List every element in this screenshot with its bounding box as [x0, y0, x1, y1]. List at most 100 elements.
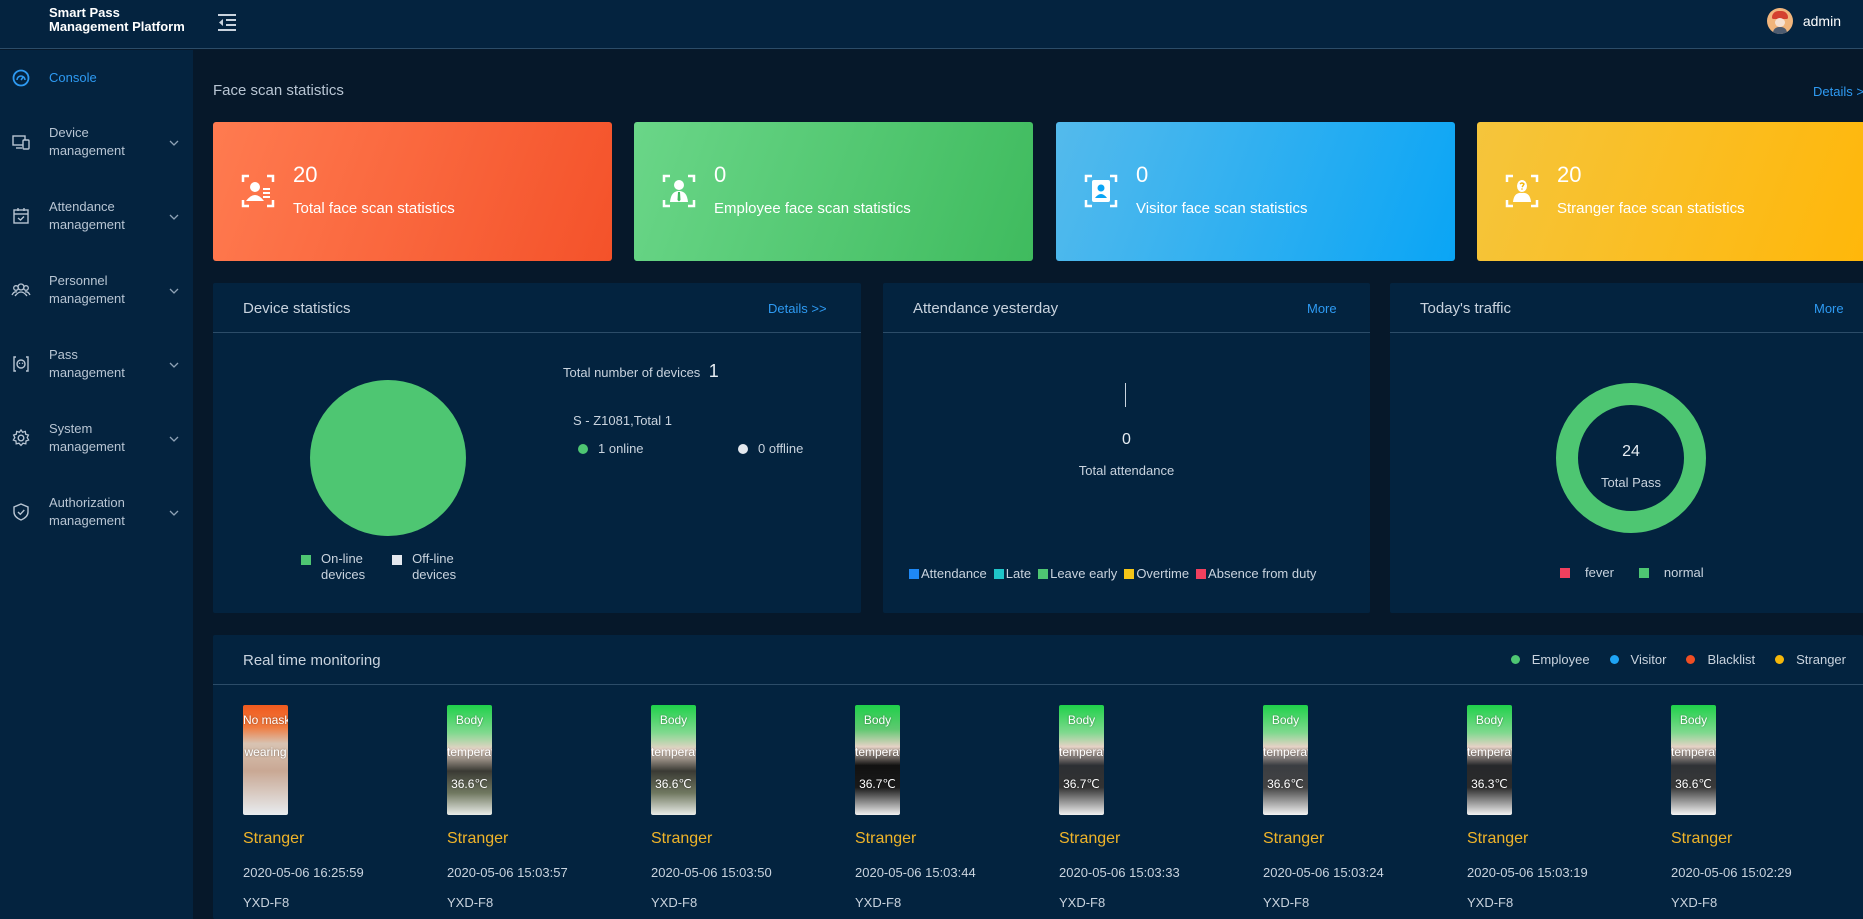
sidebar-item-label: Pass management: [49, 347, 125, 380]
traffic-more-link[interactable]: More: [1814, 301, 1844, 316]
monitoring-record[interactable]: Body temperature 36.6℃ Stranger 2020-05-06 1…: [1263, 705, 1443, 910]
stat-value: 20: [293, 162, 318, 187]
capture-photo[interactable]: No mask wearing: [243, 705, 288, 815]
stat-card-stranger[interactable]: 20 Stranger face scan statistics: [1477, 122, 1863, 261]
photo-alert-line-3: 36.6℃: [1267, 777, 1304, 791]
photo-alert-line-3: 36.6℃: [1675, 777, 1712, 791]
capture-photo[interactable]: Body temperature 36.3℃: [1467, 705, 1512, 815]
employee-icon: [662, 174, 696, 208]
capture-time: 2020-05-06 15:03:44: [855, 865, 976, 880]
monitoring-record[interactable]: No mask wearing Stranger 2020-05-06 16:25:5…: [243, 705, 423, 910]
device-name: YXD-F8: [651, 895, 698, 910]
panel-title: Device statistics: [243, 300, 351, 317]
sidebar-item-personnel-management[interactable]: Personnel management: [0, 262, 193, 318]
people-icon: [11, 280, 31, 300]
legend-item-late[interactable]: Late: [993, 566, 1031, 581]
device-model-line: S - Z1081,Total 1: [573, 413, 672, 428]
photo-alert-line-3: 36.6℃: [655, 777, 692, 791]
legend-item-overtime[interactable]: Overtime: [1124, 566, 1189, 581]
attendance-more-link[interactable]: More: [1307, 301, 1337, 316]
monitoring-record[interactable]: Body temperature 36.7℃ Stranger 2020-05-06 1…: [855, 705, 1035, 910]
stat-card-visitor[interactable]: 0 Visitor face scan statistics: [1056, 122, 1455, 261]
legend-swatch: [301, 555, 311, 565]
device-details-link[interactable]: Details >>: [768, 301, 827, 316]
legend-swatch: [909, 568, 919, 579]
device-statistics-panel: Device statistics Details >> On-line devi…: [213, 283, 861, 613]
capture-photo[interactable]: Body temperature 36.6℃: [651, 705, 696, 815]
total-devices-value: 1: [708, 361, 719, 381]
legend-item-stranger[interactable]: Stranger: [1775, 652, 1846, 667]
pie-slice-on-line-devices[interactable]: [310, 380, 466, 536]
todays-traffic-panel: Today's traffic More 24 Total Pass fever…: [1390, 283, 1863, 613]
total-pass-label: Total Pass: [1601, 475, 1661, 490]
capture-time: 2020-05-06 15:02:29: [1671, 865, 1792, 880]
monitoring-record[interactable]: Body temperature 36.6℃ Stranger 2020-05-06 1…: [1671, 705, 1851, 910]
capture-photo[interactable]: Body temperature 36.6℃: [1263, 705, 1308, 815]
chevron-down-icon: [168, 506, 180, 518]
sidebar-item-authorization-management[interactable]: Authorization management: [0, 484, 193, 540]
monitoring-record[interactable]: Body temperature 36.6℃ Stranger 2020-05-06 1…: [447, 705, 627, 910]
sidebar-item-label: Attendance management: [49, 199, 125, 232]
photo-alert-line-2: temperature: [1671, 745, 1716, 759]
photo-alert-line-2: wearing: [244, 745, 287, 759]
legend-item-employee[interactable]: Employee: [1510, 652, 1590, 667]
chevron-down-icon: [168, 136, 180, 148]
device-name: YXD-F8: [1263, 895, 1310, 910]
capture-photo[interactable]: Body temperature 36.7℃: [855, 705, 900, 815]
device-pie-legend: On-line devices Off-line devices: [301, 551, 456, 583]
legend-item-attendance[interactable]: Attendance: [909, 566, 987, 581]
stat-value: 20: [1557, 162, 1582, 187]
legend-item-leave-early[interactable]: Leave early: [1038, 566, 1117, 581]
sidebar-item-attendance-management[interactable]: Attendance management: [0, 188, 193, 244]
monitoring-record[interactable]: Body temperature 36.7℃ Stranger 2020-05-06 1…: [1059, 705, 1239, 910]
collapse-menu-icon[interactable]: [215, 10, 239, 34]
legend-swatch: [1038, 568, 1049, 579]
legend-item-online[interactable]: On-line devices: [301, 551, 365, 583]
device-name: YXD-F8: [447, 895, 494, 910]
device-pie-chart: [310, 380, 466, 536]
device-name: YXD-F8: [855, 895, 902, 910]
legend-item-normal[interactable]: normal: [1638, 565, 1704, 580]
photo-alert-line-1: Body: [659, 713, 688, 727]
offline-dot: [738, 443, 748, 454]
empty-chart-marker: [1125, 383, 1126, 407]
capture-time: 2020-05-06 15:03:33: [1059, 865, 1180, 880]
sidebar-item-label: Authorization management: [49, 495, 125, 528]
photo-alert-line-1: Body: [863, 713, 892, 727]
person-type: Stranger: [1059, 830, 1121, 847]
brand-title: Smart Pass Management Platform: [49, 6, 185, 34]
chevron-down-icon: [168, 432, 180, 444]
legend-dot: [1609, 655, 1619, 664]
panel-title: Today's traffic: [1420, 300, 1511, 317]
sidebar-item-label: Console: [49, 70, 97, 85]
capture-photo[interactable]: Body temperature 36.6℃: [447, 705, 492, 815]
top-header: Smart Pass Management Platform admin: [0, 0, 1863, 49]
capture-photo[interactable]: Body temperature 36.6℃: [1671, 705, 1716, 815]
legend-item-visitor[interactable]: Visitor: [1609, 652, 1666, 667]
legend-item-offline[interactable]: Off-line devices: [392, 551, 456, 583]
monitoring-record[interactable]: Body temperature 36.6℃ Stranger 2020-05-06 1…: [651, 705, 831, 910]
person-type: Stranger: [1467, 830, 1529, 847]
capture-photo[interactable]: Body temperature 36.7℃: [1059, 705, 1104, 815]
stat-card-total[interactable]: 20 Total face scan statistics: [213, 122, 612, 261]
legend-item-fever[interactable]: fever: [1560, 565, 1614, 580]
person-type: Stranger: [855, 830, 917, 847]
device-name: YXD-F8: [1059, 895, 1106, 910]
photo-alert-line-1: Body: [1679, 713, 1708, 727]
sidebar-item-device-management[interactable]: Device management: [0, 114, 193, 170]
monitoring-record[interactable]: Body temperature 36.3℃ Stranger 2020-05-06 1…: [1467, 705, 1647, 910]
sidebar-item-label: System management: [49, 421, 125, 454]
legend-item-absence-from-duty[interactable]: Absence from duty: [1196, 566, 1316, 581]
stat-card-employee[interactable]: 0 Employee face scan statistics: [634, 122, 1033, 261]
monitoring-legend: Employee Visitor Blacklist Stranger: [1510, 652, 1846, 667]
stat-label: Total face scan statistics: [293, 200, 455, 217]
sidebar-item-system-management[interactable]: System management: [0, 410, 193, 466]
face-scan-details-link[interactable]: Details >>: [1813, 84, 1863, 99]
user-name: admin: [1802, 13, 1841, 29]
user-menu[interactable]: admin: [1766, 8, 1841, 34]
panel-title: Attendance yesterday: [913, 300, 1059, 317]
devices-icon: [11, 132, 31, 152]
legend-item-blacklist[interactable]: Blacklist: [1686, 652, 1755, 667]
sidebar-item-console[interactable]: Console: [0, 50, 193, 106]
sidebar-item-pass-management[interactable]: Pass management: [0, 336, 193, 392]
